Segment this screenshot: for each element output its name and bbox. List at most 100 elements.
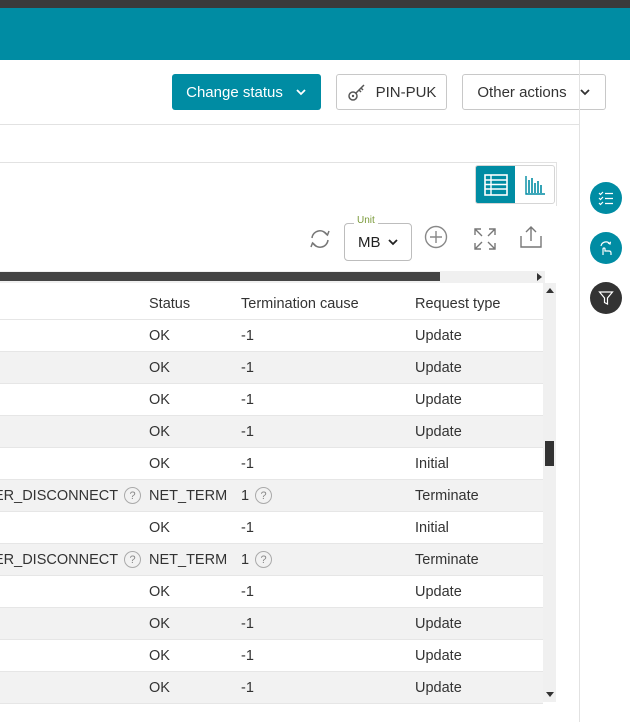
hand-refresh-button[interactable] [590, 232, 622, 264]
table-row[interactable]: OK -1 Update [0, 320, 543, 352]
checklist-icon [598, 191, 613, 206]
cell-request-type-text: Update [415, 583, 462, 600]
cell-request-type-text: Update [415, 359, 462, 376]
chevron-down-icon [579, 89, 590, 96]
cell-termination-cause: -1 [241, 416, 254, 447]
filter-icon [598, 291, 614, 305]
cell-status-text: NET_TERM [149, 551, 228, 568]
cell-termination-cause-text: -1 [241, 519, 254, 536]
cell-status-text: OK [149, 583, 170, 600]
cell-termination-cause: -1 [241, 352, 254, 383]
cell-request-type-text: Update [415, 647, 462, 664]
scroll-down-icon[interactable] [546, 692, 554, 697]
table-row[interactable]: OK -1 Initial [0, 512, 543, 544]
help-icon[interactable]: ? [255, 487, 273, 504]
cell-termination-cause: -1 [241, 608, 254, 639]
divider [0, 124, 580, 125]
cell-status: NET_TERM [149, 480, 227, 511]
change-status-button[interactable]: Change status [172, 74, 321, 110]
unit-select[interactable]: MB [344, 223, 412, 261]
cell-status-text: OK [149, 647, 170, 664]
checklist-button[interactable] [590, 182, 622, 214]
table-row[interactable]: OK -1 Update [0, 416, 543, 448]
cell-cause-text: ER_DISCONNECT [0, 487, 119, 504]
table-row[interactable]: OK -1 Initial [0, 448, 543, 480]
cell-termination-cause-text: -1 [241, 647, 254, 664]
help-icon[interactable]: ? [255, 551, 273, 568]
help-icon[interactable]: ? [124, 551, 142, 568]
cell-status-text: OK [149, 391, 170, 408]
hand-refresh-icon [600, 241, 612, 255]
cell-termination-cause: -1 [241, 672, 254, 703]
chart-view-icon [524, 175, 545, 195]
column-header-status[interactable]: Status [149, 288, 190, 319]
cell-status: OK [149, 608, 170, 639]
cell-cause-text: ER_DISCONNECT [0, 551, 119, 568]
cell-request-type: Update [415, 576, 462, 607]
cell-request-type-text: Terminate [415, 551, 479, 568]
cell-termination-cause-text: -1 [241, 679, 254, 696]
pin-puk-button[interactable]: PIN-PUK [336, 74, 447, 110]
help-icon[interactable]: ? [124, 487, 142, 504]
data-table: Status Termination cause Request type OK… [0, 288, 543, 704]
table-view-icon [483, 173, 508, 196]
table-row[interactable]: OK -1 Update [0, 672, 543, 704]
table-row[interactable]: OK -1 Update [0, 608, 543, 640]
table-view-button[interactable] [476, 166, 515, 203]
cell-status: OK [149, 320, 170, 351]
cell-request-type: Terminate [415, 480, 479, 511]
table-row[interactable]: OK -1 Update [0, 384, 543, 416]
scroll-right-icon[interactable] [537, 273, 542, 281]
other-actions-label: Other actions [477, 83, 567, 101]
cell-termination-cause: 1? [241, 544, 273, 575]
add-circle-icon[interactable] [423, 224, 449, 250]
cell-status-text: OK [149, 359, 170, 376]
table-row[interactable]: ER_DISCONNECT? NET_TERM 1? Terminate [0, 480, 543, 512]
horizontal-scrollbar[interactable] [0, 271, 545, 283]
cell-request-type: Update [415, 416, 462, 447]
filter-button[interactable] [590, 282, 622, 314]
cell-termination-cause-text: -1 [241, 327, 254, 344]
cell-cause: ER_DISCONNECT? [0, 544, 142, 575]
change-status-label: Change status [186, 83, 283, 101]
refresh-icon[interactable] [307, 226, 333, 252]
cell-termination-cause-text: -1 [241, 423, 254, 440]
table-header-row: Status Termination cause Request type [0, 288, 543, 320]
cell-request-type: Terminate [415, 544, 479, 575]
cell-termination-cause: -1 [241, 384, 254, 415]
cell-termination-cause-text: -1 [241, 615, 254, 632]
unit-label: Unit [354, 215, 378, 226]
cell-termination-cause: 1? [241, 480, 273, 511]
top-dark-bar [0, 0, 630, 8]
vertical-scrollbar[interactable] [543, 283, 556, 702]
cell-request-type-text: Update [415, 679, 462, 696]
cell-request-type: Initial [415, 448, 449, 479]
column-header-termination-cause[interactable]: Termination cause [241, 288, 359, 319]
scrollbar-thumb[interactable] [0, 272, 440, 281]
cell-status-text: NET_TERM [149, 487, 228, 504]
table-row[interactable]: OK -1 Update [0, 352, 543, 384]
export-icon[interactable] [518, 224, 544, 250]
table-row[interactable]: OK -1 Update [0, 576, 543, 608]
cell-status-text: OK [149, 423, 170, 440]
cell-termination-cause-text: -1 [241, 391, 254, 408]
key-icon [347, 84, 365, 101]
scroll-up-icon[interactable] [546, 288, 554, 293]
view-toggle [475, 165, 555, 204]
cell-request-type: Update [415, 384, 462, 415]
cell-request-type-text: Terminate [415, 487, 479, 504]
cell-status-text: OK [149, 679, 170, 696]
scrollbar-thumb[interactable] [545, 441, 554, 466]
table-row[interactable]: ER_DISCONNECT? NET_TERM 1? Terminate [0, 544, 543, 576]
column-header-request-type[interactable]: Request type [415, 288, 500, 319]
table-body: OK -1 Update OK -1 Update OK -1 Update OK -1 Update… [0, 320, 543, 704]
pin-puk-label: PIN-PUK [375, 83, 437, 101]
unit-value: MB [358, 233, 381, 251]
chart-view-button[interactable] [515, 166, 554, 203]
expand-icon[interactable] [472, 226, 498, 252]
other-actions-button[interactable]: Other actions [462, 74, 606, 110]
cell-status: NET_TERM [149, 544, 227, 575]
table-row[interactable]: OK -1 Update [0, 640, 543, 672]
cell-request-type: Initial [415, 512, 449, 543]
cell-request-type-text: Update [415, 327, 462, 344]
